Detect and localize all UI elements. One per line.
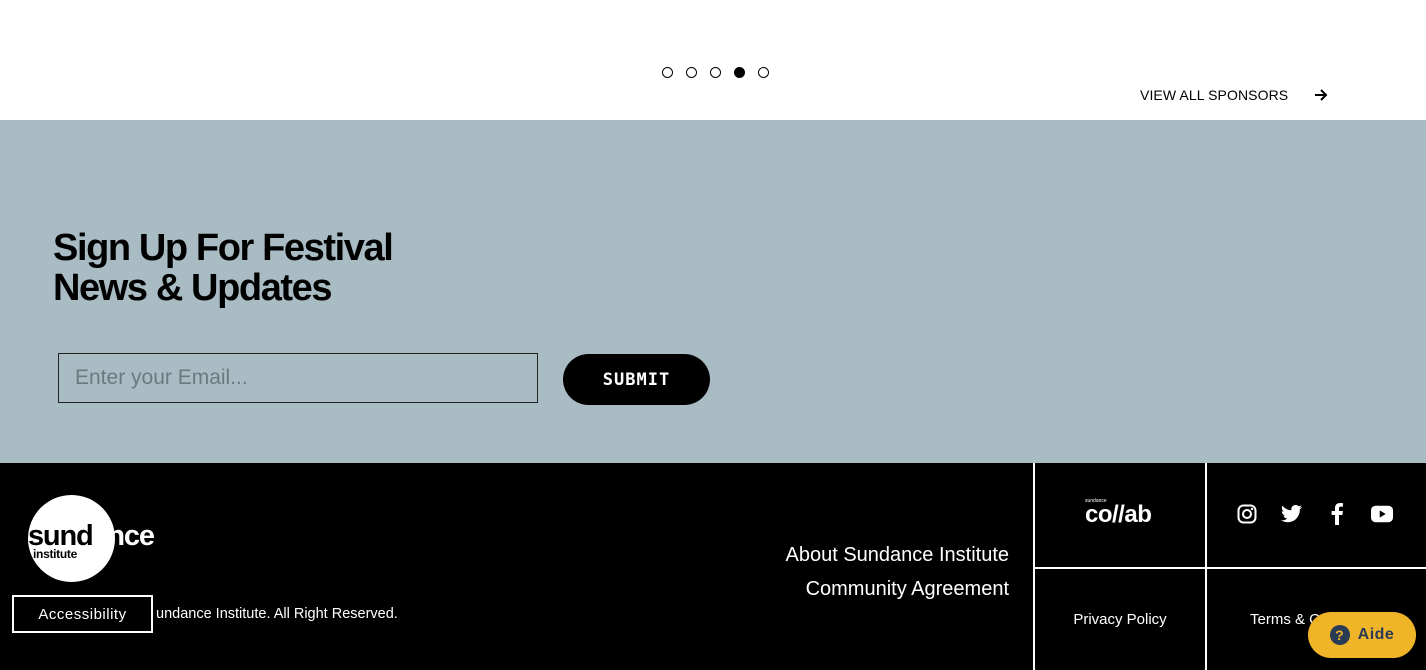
email-input[interactable]	[58, 353, 538, 403]
copyright-text: undance Institute. All Right Reserved.	[156, 606, 398, 622]
logo-sub: institute	[33, 547, 77, 561]
facebook-icon[interactable]	[1326, 503, 1348, 525]
youtube-icon[interactable]	[1371, 503, 1393, 525]
carousel-dot-3[interactable]	[710, 67, 721, 78]
carousel-dots	[662, 67, 769, 78]
accessibility-button[interactable]: Accessibility	[12, 595, 153, 633]
help-label: Aide	[1357, 626, 1395, 643]
collab-word: co//ab	[1085, 501, 1152, 528]
footer-links: About Sundance Institute Community Agree…	[786, 538, 1010, 606]
signup-title: Sign Up For Festival News & Updates	[53, 227, 394, 309]
community-agreement-link[interactable]: Community Agreement	[786, 572, 1009, 606]
carousel-dot-4[interactable]	[734, 67, 745, 78]
view-all-sponsors-link[interactable]: VIEW ALL SPONSORS	[1140, 87, 1328, 103]
twitter-icon[interactable]	[1281, 503, 1303, 525]
help-icon: ?	[1329, 625, 1350, 645]
collab-small-text: sundance	[1085, 498, 1107, 504]
divider	[1033, 567, 1426, 569]
footer: sundance institute undance Institute. Al…	[0, 463, 1426, 670]
collab-logo[interactable]: sundance co//ab	[1085, 498, 1152, 529]
view-all-sponsors-label: VIEW ALL SPONSORS	[1140, 87, 1289, 103]
social-icons	[1236, 503, 1393, 525]
carousel-dot-2[interactable]	[686, 67, 697, 78]
help-button[interactable]: ? Aide	[1308, 612, 1416, 658]
privacy-policy-link[interactable]: Privacy Policy	[1034, 611, 1206, 628]
carousel-dot-1[interactable]	[662, 67, 673, 78]
sundance-logo[interactable]: sundance institute	[28, 495, 158, 583]
submit-button[interactable]: SUBMIT	[563, 354, 710, 405]
carousel-dot-5[interactable]	[758, 67, 769, 78]
signup-title-line2: News & Updates	[53, 267, 333, 309]
sponsors-section: VIEW ALL SPONSORS	[0, 0, 1426, 120]
signup-title-line1: Sign Up For Festival	[53, 227, 394, 269]
instagram-icon[interactable]	[1236, 503, 1258, 525]
newsletter-signup: Sign Up For Festival News & Updates SUBM…	[0, 120, 1426, 463]
arrow-right-icon	[1314, 88, 1328, 102]
about-link[interactable]: About Sundance Institute	[786, 538, 1010, 572]
